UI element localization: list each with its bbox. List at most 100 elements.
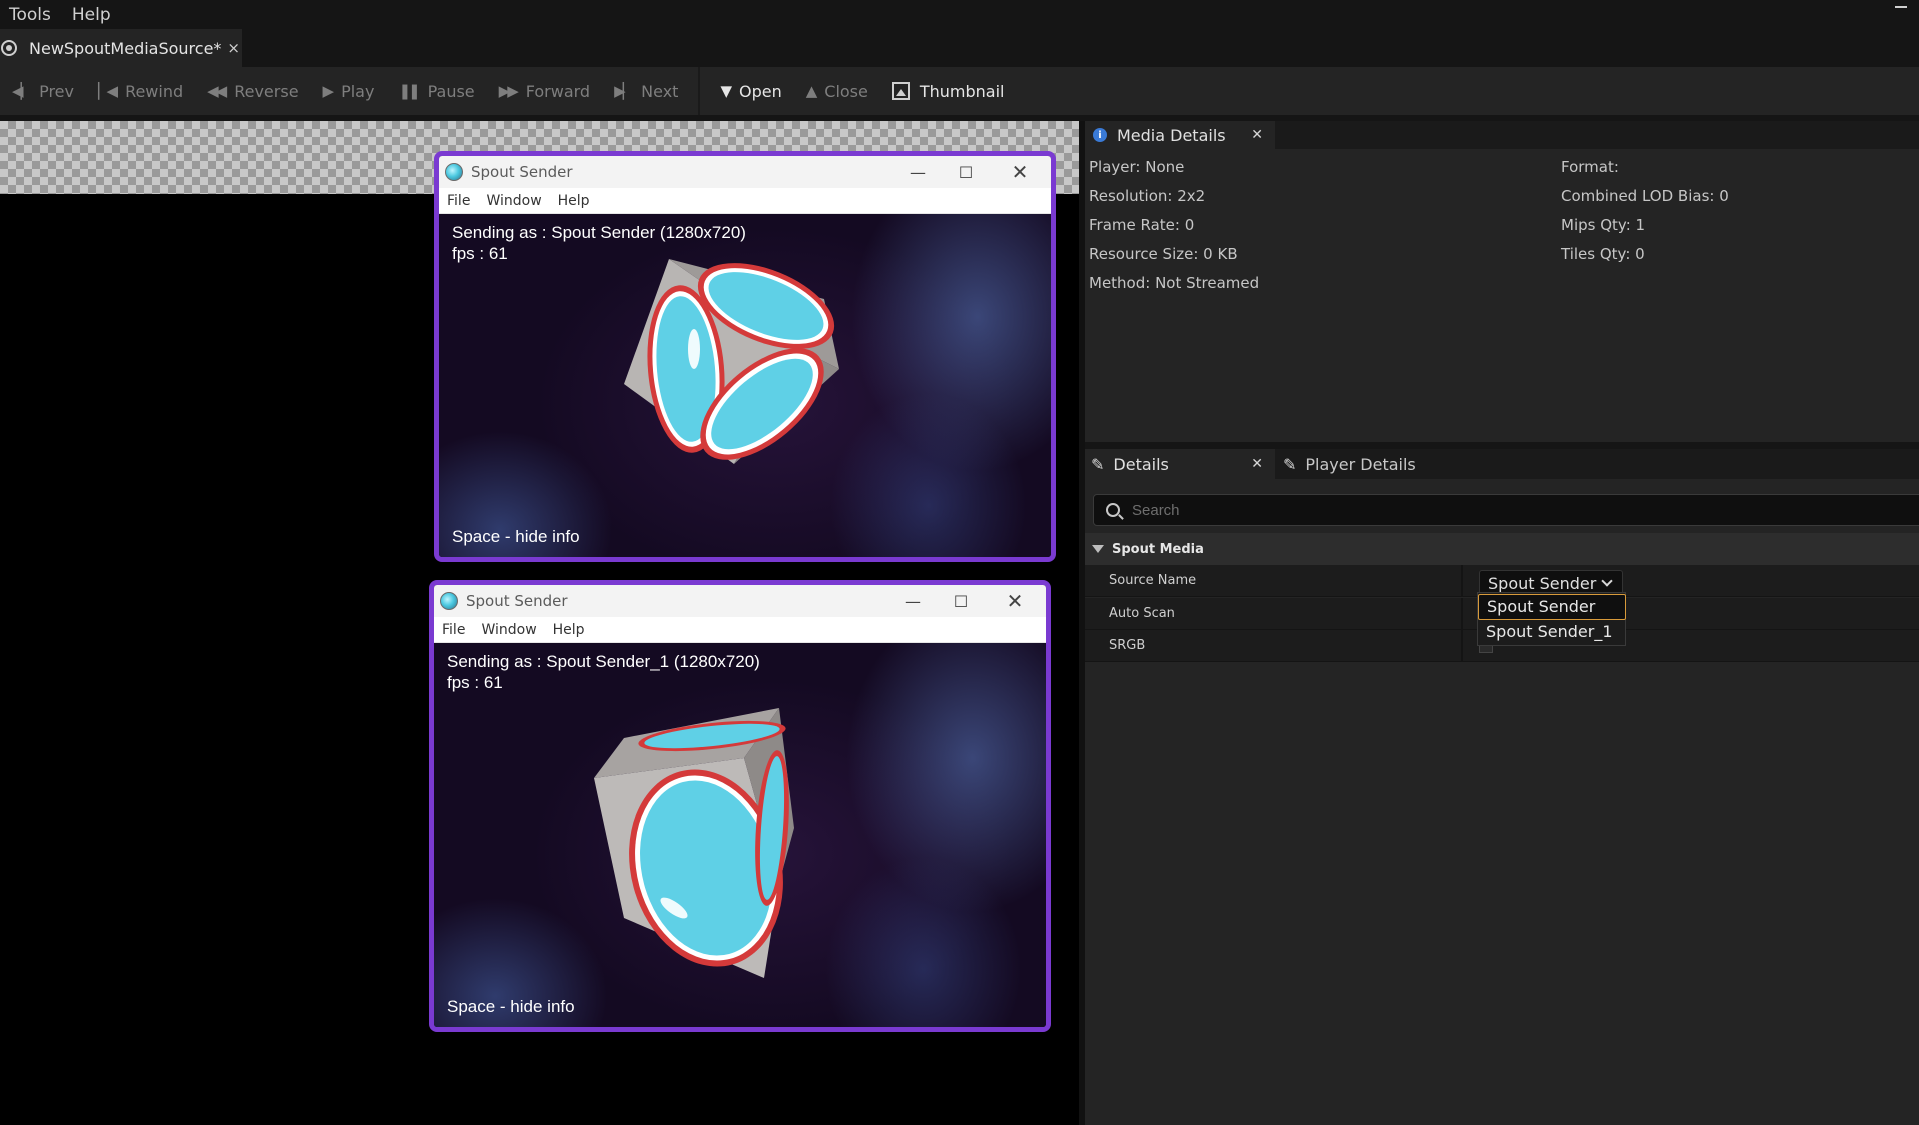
open-icon: ▼ bbox=[720, 82, 731, 100]
minimize-icon[interactable]: — bbox=[890, 585, 936, 617]
details-tabbar: ✎ Details ✕ ✎ Player Details bbox=[1085, 449, 1919, 479]
sending-label: Sending as : Spout Sender (1280x720) bbox=[452, 223, 746, 242]
forward-button[interactable]: ▶▶ Forward bbox=[487, 67, 602, 115]
prev-button[interactable]: ◀▏ Prev bbox=[0, 67, 86, 115]
maximize-icon[interactable]: ☐ bbox=[938, 585, 984, 617]
play-icon: ▶ bbox=[322, 82, 334, 100]
hint-label: Space - hide info bbox=[452, 527, 580, 546]
sending-info: Sending as : Spout Sender_1 (1280x720) f… bbox=[447, 651, 760, 693]
method-info: Method: Not Streamed bbox=[1089, 274, 1260, 292]
property-label: Source Name bbox=[1109, 573, 1197, 588]
column-splitter[interactable] bbox=[1461, 598, 1463, 630]
mips-info: Mips Qty: 1 bbox=[1561, 216, 1646, 234]
prev-icon: ◀▏ bbox=[12, 82, 32, 100]
menu-help[interactable]: Help bbox=[545, 622, 593, 638]
close-icon[interactable]: × bbox=[227, 39, 240, 57]
menu-help[interactable]: Help bbox=[63, 5, 123, 25]
play-label: Play bbox=[341, 81, 375, 101]
menu-file[interactable]: File bbox=[439, 193, 478, 209]
close-button[interactable]: ▲ Close bbox=[794, 67, 880, 115]
document-tab-strip: NewSpoutMediaSource* × bbox=[0, 29, 1919, 67]
thumbnail-label: Thumbnail bbox=[919, 81, 1005, 101]
prev-label: Prev bbox=[39, 81, 74, 101]
reverse-icon: ◀◀ bbox=[207, 82, 227, 100]
reverse-button[interactable]: ◀◀ Reverse bbox=[195, 67, 310, 115]
pencil-icon: ✎ bbox=[1283, 454, 1297, 474]
play-button[interactable]: ▶ Play bbox=[311, 67, 387, 115]
dropdown-option-spout-sender[interactable]: Spout Sender bbox=[1478, 594, 1626, 620]
menu-window[interactable]: Window bbox=[478, 193, 549, 209]
media-details-tabbar: i Media Details ✕ bbox=[1085, 121, 1919, 149]
column-splitter[interactable] bbox=[1461, 630, 1463, 662]
spout-sender-window-1[interactable]: Spout Sender — ☐ ✕ File Window Help Send… bbox=[434, 151, 1056, 562]
property-label: Auto Scan bbox=[1109, 606, 1175, 621]
spout-sender-window-2[interactable]: Spout Sender — ☐ ✕ File Window Help Send… bbox=[429, 580, 1051, 1032]
tab-new-spout-media-source[interactable]: NewSpoutMediaSource* × bbox=[0, 29, 242, 67]
close-icon[interactable]: ✕ bbox=[992, 585, 1038, 617]
pause-icon: ❚❚ bbox=[398, 82, 420, 100]
tab-details[interactable]: ✎ Details ✕ bbox=[1085, 449, 1275, 479]
window-title: Spout Sender bbox=[466, 592, 568, 610]
eject-icon: ▲ bbox=[805, 82, 817, 100]
expand-arrow-icon[interactable] bbox=[1092, 545, 1104, 553]
dropdown-option-spout-sender-1[interactable]: Spout Sender_1 bbox=[1478, 620, 1626, 646]
player-info: Player: None bbox=[1089, 158, 1185, 176]
toolbar-separator bbox=[698, 67, 701, 115]
info-icon: i bbox=[1093, 128, 1107, 142]
menu-file[interactable]: File bbox=[434, 622, 473, 638]
search-input[interactable] bbox=[1132, 501, 1832, 519]
fps-label: fps : 61 bbox=[447, 673, 503, 692]
column-splitter[interactable] bbox=[1461, 565, 1463, 597]
menu-bar: Tools Help bbox=[0, 0, 1919, 29]
tab-label: Media Details bbox=[1117, 125, 1226, 145]
menu-window[interactable]: Window bbox=[473, 622, 544, 638]
pencil-icon: ✎ bbox=[1091, 454, 1105, 474]
thumbnail-button[interactable]: Thumbnail bbox=[880, 67, 1017, 115]
media-info-left: Player: None Resolution: 2x2 Frame Rate:… bbox=[1089, 153, 1259, 298]
media-source-icon bbox=[1, 40, 17, 56]
render-area: Sending as : Spout Sender (1280x720) fps… bbox=[439, 214, 1051, 557]
tiles-info: Tiles Qty: 0 bbox=[1561, 245, 1645, 263]
next-button[interactable]: ▶▏ Next bbox=[602, 67, 690, 115]
media-toolbar: ◀▏ Prev ▏◀ Rewind ◀◀ Reverse ▶ Play ❚❚ Pause … bbox=[0, 67, 1919, 115]
rotating-cube bbox=[594, 708, 794, 978]
media-info-right: Format: Combined LOD Bias: 0 Mips Qty: 1… bbox=[1561, 153, 1729, 269]
rewind-label: Rewind bbox=[125, 81, 184, 101]
close-icon[interactable]: ✕ bbox=[997, 156, 1043, 188]
sending-label: Sending as : Spout Sender_1 (1280x720) bbox=[447, 652, 760, 671]
next-label: Next bbox=[641, 81, 679, 101]
open-button[interactable]: ▼ Open bbox=[708, 67, 793, 115]
lod-bias-info: Combined LOD Bias: 0 bbox=[1561, 187, 1729, 205]
reverse-label: Reverse bbox=[234, 81, 299, 101]
menu-help[interactable]: Help bbox=[550, 193, 598, 209]
minimize-icon[interactable]: — bbox=[895, 156, 941, 188]
window-titlebar[interactable]: Spout Sender — ☐ ✕ bbox=[439, 156, 1051, 188]
source-name-dropdown: Spout Sender Spout Sender_1 bbox=[1477, 592, 1626, 646]
tab-media-details[interactable]: i Media Details ✕ bbox=[1085, 121, 1275, 149]
next-icon: ▶▏ bbox=[614, 82, 634, 100]
tab-label: Player Details bbox=[1305, 454, 1416, 474]
thumbnail-icon bbox=[891, 82, 910, 100]
window-titlebar[interactable]: Spout Sender — ☐ ✕ bbox=[434, 585, 1046, 617]
tab-title: NewSpoutMediaSource* bbox=[29, 38, 222, 58]
frame-rate-info: Frame Rate: 0 bbox=[1089, 216, 1195, 234]
menu-tools[interactable]: Tools bbox=[0, 5, 63, 25]
close-icon[interactable]: ✕ bbox=[1251, 127, 1263, 143]
forward-icon: ▶▶ bbox=[498, 82, 519, 100]
maximize-icon[interactable]: ☐ bbox=[943, 156, 989, 188]
details-search[interactable] bbox=[1093, 494, 1919, 526]
close-icon[interactable]: ✕ bbox=[1251, 456, 1263, 472]
format-info: Format: bbox=[1561, 158, 1619, 176]
property-label: SRGB bbox=[1109, 638, 1146, 653]
render-area: Sending as : Spout Sender_1 (1280x720) f… bbox=[434, 643, 1046, 1027]
tab-player-details[interactable]: ✎ Player Details bbox=[1277, 449, 1467, 479]
category-spout-media[interactable]: Spout Media bbox=[1085, 533, 1919, 565]
rewind-button[interactable]: ▏◀ Rewind bbox=[86, 67, 195, 115]
resource-size-info: Resource Size: 0 KB bbox=[1089, 245, 1238, 263]
rewind-icon: ▏◀ bbox=[97, 82, 118, 100]
minimize-icon[interactable] bbox=[1895, 6, 1907, 8]
spout-app-icon bbox=[445, 163, 463, 181]
search-icon bbox=[1106, 503, 1120, 517]
pause-button[interactable]: ❚❚ Pause bbox=[386, 67, 486, 115]
chevron-down-icon bbox=[1601, 575, 1613, 587]
